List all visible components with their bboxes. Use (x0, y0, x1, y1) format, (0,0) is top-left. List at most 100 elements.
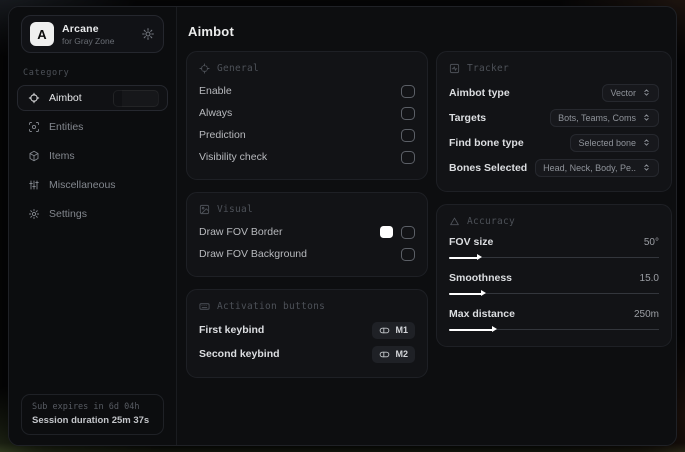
crosshair-icon (199, 63, 210, 74)
targets-select[interactable]: Bots, Teams, Coms (550, 108, 659, 127)
setting-label: Visibility check (199, 151, 268, 163)
unfold-icon (644, 164, 649, 171)
enable-checkbox[interactable] (401, 84, 415, 98)
category-label: Category (23, 68, 70, 78)
setting-label: Prediction (199, 129, 246, 141)
setting-row: Bones Selected Head, Neck, Body, Pe.. (449, 155, 659, 180)
subscription-info: Sub expires in 6d 04h Session duration 2… (21, 394, 164, 435)
sidebar-item-entities[interactable]: Entities (17, 114, 168, 140)
setting-row: Targets Bots, Teams, Coms (449, 105, 659, 130)
draw-fov-background-checkbox[interactable] (401, 247, 415, 261)
accuracy-card: Accuracy FOV size 50° Smoothness 15.0 Ma… (436, 204, 672, 347)
setting-label: Find bone type (449, 136, 524, 149)
tracker-card: Tracker Aimbot type Vector Targets Bots,… (436, 51, 672, 192)
tracker-activity-icon (449, 63, 460, 74)
setting-label: FOV size (449, 236, 494, 248)
page-title: Aimbot (188, 24, 234, 39)
setting-row: Find bone type Selected bone (449, 130, 659, 155)
setting-row: Draw FOV Border (199, 221, 415, 243)
select-value: Selected bone (578, 137, 636, 148)
unfold-icon (644, 89, 649, 96)
setting-row: Always (199, 102, 415, 124)
section-title: Tracker (467, 63, 510, 74)
setting-label: Draw FOV Border (199, 226, 283, 238)
mouse-icon (380, 327, 390, 333)
package-icon (29, 150, 39, 162)
keybind-value: M2 (395, 349, 408, 359)
activation-buttons-card: Activation buttons First keybind M1 Seco… (186, 289, 428, 378)
smoothness-value: 15.0 (639, 272, 659, 284)
setting-row: Visibility check (199, 146, 415, 168)
main-content: Aimbot General Enable Always Prediction … (177, 7, 676, 445)
sub-expires-text: Sub expires in 6d 04h (32, 402, 140, 412)
bones-selected-select[interactable]: Head, Neck, Body, Pe.. (535, 158, 659, 177)
first-keybind-button[interactable]: M1 (372, 321, 415, 339)
section-title: Activation buttons (217, 301, 326, 312)
watermark (113, 90, 159, 107)
sidebar-item-label: Settings (49, 208, 87, 220)
app-subtitle: for Gray Zone (62, 35, 115, 46)
setting-label: Smoothness (449, 272, 513, 284)
sliders-icon (29, 180, 39, 190)
select-value: Head, Neck, Body, Pe.. (543, 162, 636, 173)
sidebar-item-aimbot[interactable]: Aimbot (17, 85, 168, 111)
section-title: Accuracy (467, 216, 516, 227)
slider-fill (449, 254, 483, 260)
gear-icon[interactable] (141, 27, 155, 41)
setting-row: Draw FOV Background (199, 243, 415, 265)
entities-scan-icon (29, 122, 39, 132)
keyboard-icon (199, 303, 210, 310)
setting-label: Max distance (449, 308, 515, 320)
sidebar-nav: Aimbot Entities Items Miscellaneous Sett… (9, 85, 176, 227)
sidebar-item-settings[interactable]: Settings (17, 201, 168, 227)
setting-label: Enable (199, 85, 232, 97)
sidebar-item-label: Items (49, 150, 75, 162)
setting-row: Enable (199, 80, 415, 102)
sidebar-item-label: Entities (49, 121, 84, 133)
settings-gear-icon (28, 208, 40, 220)
always-checkbox[interactable] (401, 106, 415, 120)
setting-row: Prediction (199, 124, 415, 146)
app-window: A Arcane for Gray Zone Category Aimbot E… (8, 6, 677, 446)
setting-row: Aimbot type Vector (449, 80, 659, 105)
setting-label: Draw FOV Background (199, 248, 307, 260)
fov-size-slider[interactable] (449, 253, 659, 263)
setting-label: Targets (449, 111, 487, 124)
prediction-checkbox[interactable] (401, 128, 415, 142)
sidebar-item-label: Miscellaneous (49, 179, 116, 191)
mouse-icon (380, 351, 390, 357)
fov-border-color-swatch[interactable] (380, 226, 393, 238)
section-title: Visual (217, 204, 254, 215)
setting-label: Aimbot type (449, 86, 510, 99)
aimbot-type-select[interactable]: Vector (602, 83, 659, 102)
sidebar-item-items[interactable]: Items (17, 143, 168, 169)
unfold-icon (644, 114, 649, 121)
setting-group: FOV size 50° (449, 234, 659, 263)
max-distance-slider[interactable] (449, 325, 659, 335)
app-header: A Arcane for Gray Zone (21, 15, 164, 53)
setting-row: Second keybind M2 (199, 342, 415, 366)
slider-fill (449, 290, 486, 296)
max-distance-value: 250m (633, 308, 659, 320)
slider-fill (449, 326, 498, 332)
setting-label: Always (199, 107, 233, 119)
smoothness-slider[interactable] (449, 289, 659, 299)
sidebar-item-label: Aimbot (49, 92, 82, 104)
general-card: General Enable Always Prediction Visibil… (186, 51, 428, 180)
draw-fov-border-checkbox[interactable] (401, 225, 415, 239)
setting-label: Bones Selected (449, 161, 528, 174)
sidebar-item-miscellaneous[interactable]: Miscellaneous (17, 172, 168, 198)
session-duration-text: Session duration 25m 37s (32, 415, 150, 426)
sidebar: A Arcane for Gray Zone Category Aimbot E… (9, 7, 177, 445)
visibility-check-checkbox[interactable] (401, 150, 415, 164)
fov-size-value: 50° (643, 236, 659, 248)
second-keybind-button[interactable]: M2 (372, 345, 415, 363)
visual-card: Visual Draw FOV Border Draw FOV Backgrou… (186, 192, 428, 277)
setting-label: Second keybind (199, 348, 280, 360)
find-bone-type-select[interactable]: Selected bone (570, 133, 659, 152)
select-value: Vector (610, 87, 636, 98)
image-icon (199, 204, 210, 215)
triangle-icon (450, 217, 459, 226)
crosshair-icon (28, 92, 40, 104)
setting-group: Smoothness 15.0 (449, 270, 659, 299)
